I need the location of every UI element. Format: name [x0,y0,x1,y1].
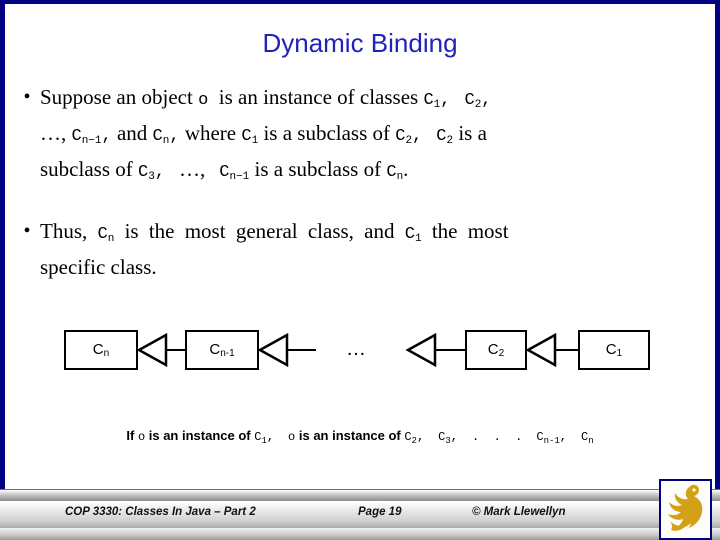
bullet-item: • Thus, Cn is the most general class, an… [14,217,706,281]
footer-course: COP 3330: Classes In Java – Part 2 [65,506,256,518]
code-cn-1: Cn−1 [71,127,102,147]
diagram-ellipsis: … [346,338,368,360]
class-box-label: Cn [92,341,110,359]
class-box-c1: C1 [578,330,650,370]
footer-page-number: Page 19 [358,506,402,518]
generalization-arrow [525,333,557,367]
code-c2: C2 [395,127,413,147]
code-c1: C1 [404,225,422,245]
slide-frame-left [0,0,5,489]
code-cn: Cn [386,163,404,183]
generalization-arrow [257,333,289,367]
connector-line [165,349,187,351]
slide-frame-top [0,0,720,4]
class-box-cn-1: Cn-1 [185,330,259,370]
slide-footer: COP 3330: Classes In Java – Part 2 Page … [0,489,720,540]
pegasus-icon [668,484,703,531]
diagram-caption: If o is an instance of C1, o is an instan… [126,428,594,446]
class-box-c2: C2 [465,330,527,370]
connector-line [286,349,316,351]
bullet-line: …, Cn−1, and Cn, where C1 is a subclass … [40,121,487,147]
code-c2: C2 [464,91,482,111]
slide-body: • Suppose an object o is an instance of … [14,83,706,281]
inheritance-diagram: Cn Cn-1 … C2 C1 [0,330,720,392]
code-c1: C1 [254,430,267,446]
bullet-marker: • [23,86,31,108]
slide: Dynamic Binding • Suppose an object o is… [0,0,720,540]
code-c3: C3 [438,430,451,446]
bullet-line: specific class. [40,255,157,279]
bullet-item: • Suppose an object o is an instance of … [14,83,706,191]
code-cn-1: Cn−1 [219,163,250,183]
code-o: o [198,91,209,110]
footer-band-bottom [0,528,720,540]
bullet-line: Suppose an object o is an instance of cl… [40,85,492,111]
slide-frame-right [715,0,720,489]
generalization-arrow [136,333,168,367]
caption-dots: . . . [471,430,523,444]
code-cn-1: Cn-1 [536,430,560,446]
class-box-label: C1 [605,341,623,359]
code-cn: Cn [152,127,170,147]
code-o: o [288,430,296,444]
generalization-arrow [405,333,437,367]
footer-band-top [0,489,720,501]
class-box-label: Cn-1 [209,341,235,359]
code-c3: C3 [138,163,155,183]
bullet-line: subclass of C3,…, Cn−1 is a subclass of C… [40,157,409,183]
page-title: Dynamic Binding [262,28,458,58]
code-c2: C2 [404,430,417,446]
class-box-cn: Cn [64,330,138,370]
pegasus-logo [659,479,712,540]
class-box-label: C2 [487,341,505,359]
bullet-marker: • [23,220,31,242]
code-c1: C1 [241,127,259,147]
code-cn: Cn [97,225,115,245]
bullet-text: Suppose an object o is an instance of cl… [40,83,706,191]
code-c1: C1 [423,91,441,111]
bullet-text: Thus, Cn is the most general class, and … [40,217,706,281]
connector-line [554,349,580,351]
code-c2: C2 [436,127,454,147]
code-cn: Cn [581,430,594,446]
connector-line [434,349,467,351]
code-o: o [137,430,146,444]
bullet-line: Thus, Cn is the most general class, and … [40,219,509,245]
footer-copyright: © Mark Llewellyn [472,506,566,518]
